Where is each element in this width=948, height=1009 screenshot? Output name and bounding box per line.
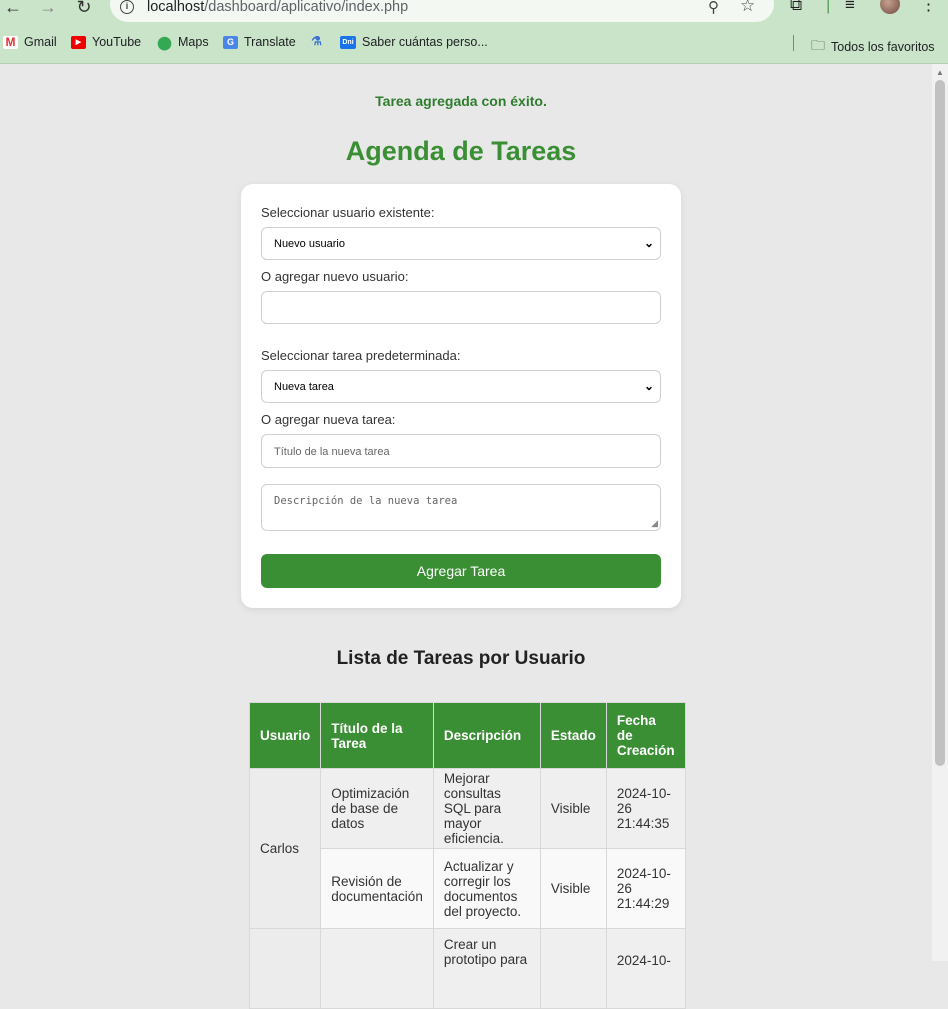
task-list-title: Lista de Tareas por Usuario bbox=[336, 648, 586, 669]
cell-description: Actualizar y corregir los documentos del… bbox=[432, 848, 541, 929]
new-user-input[interactable] bbox=[261, 291, 661, 324]
browser-chrome: ← → ↻ i localhost/dashboard/aplicativo/i… bbox=[0, 0, 948, 64]
cell-title: Optimización de base de datos bbox=[320, 768, 434, 849]
cell-user bbox=[248, 928, 322, 1009]
menu-icon[interactable]: ⋮ bbox=[920, 0, 937, 15]
add-task-button[interactable]: Agregar Tarea bbox=[261, 554, 661, 588]
toolbar-divider: | bbox=[826, 0, 831, 14]
task-table: Usuario Título de la Tarea Descripción E… bbox=[248, 702, 686, 1009]
all-bookmarks[interactable]: 🗀 Todos los favoritos bbox=[811, 35, 935, 59]
cell-user: Carlos bbox=[248, 768, 322, 929]
gmail-icon: M bbox=[3, 35, 18, 49]
select-task-label: Seleccionar tarea predeterminada: bbox=[261, 348, 461, 363]
cell-status bbox=[539, 928, 607, 1009]
select-user-label: Seleccionar usuario existente: bbox=[261, 205, 435, 220]
labs-icon: ⚗ bbox=[311, 34, 322, 48]
cell-status: Visible bbox=[539, 848, 607, 929]
select-user-dropdown[interactable]: Nuevo usuario ⌄ bbox=[261, 227, 661, 260]
bookmark-label: Translate bbox=[244, 35, 296, 49]
chevron-down-icon: ⌄ bbox=[643, 236, 654, 250]
bookmark-label: Saber cuántas perso... bbox=[362, 35, 488, 49]
zoom-icon[interactable]: ⚲ bbox=[708, 0, 719, 16]
url-text[interactable]: localhost/dashboard/aplicativo/index.php bbox=[147, 0, 408, 15]
translate-icon: G bbox=[223, 35, 238, 49]
resize-handle-icon[interactable]: ◢ bbox=[651, 518, 658, 529]
cell-status: Visible bbox=[539, 768, 607, 849]
page-scrollbar[interactable]: ▲ bbox=[932, 64, 948, 961]
bookmark-label: YouTube bbox=[92, 35, 142, 49]
cell-description: Crear un prototipo para bbox=[432, 928, 541, 1009]
bookmark-maps[interactable]: ⬤ Maps bbox=[157, 34, 209, 50]
site-info-icon[interactable]: i bbox=[120, 0, 134, 14]
forward-icon[interactable]: → bbox=[37, 0, 59, 18]
extensions-icon[interactable]: ⧉ bbox=[790, 0, 802, 15]
address-bar[interactable]: i localhost/dashboard/aplicativo/index.p… bbox=[110, 0, 774, 22]
success-message: Tarea agregada con éxito. bbox=[375, 93, 547, 109]
bookmark-youtube[interactable]: ▶ YouTube bbox=[71, 35, 141, 49]
bookmark-label: Gmail bbox=[24, 35, 57, 49]
scroll-up-icon[interactable]: ▲ bbox=[936, 68, 944, 77]
bookmarks-bar: M Gmail ▶ YouTube ⬤ Maps G Translate ⚗ D… bbox=[0, 33, 948, 54]
bookmark-gmail[interactable]: M Gmail bbox=[3, 35, 57, 49]
new-task-label: O agregar nueva tarea: bbox=[261, 412, 396, 427]
header-date: Fecha de Creación bbox=[605, 702, 686, 769]
scrollbar-thumb[interactable] bbox=[935, 80, 945, 766]
cell-title: Revisión de documentación bbox=[320, 848, 434, 929]
folder-icon: 🗀 bbox=[811, 37, 825, 53]
youtube-icon: ▶ bbox=[71, 35, 86, 49]
table-row: Carlos Optimización de base de datos Mej… bbox=[248, 768, 686, 929]
bookmark-dni[interactable]: Dni Saber cuántas perso... bbox=[340, 35, 488, 49]
bookmark-star-icon[interactable]: ☆ bbox=[740, 0, 755, 16]
cell-title bbox=[320, 928, 434, 1009]
reload-icon[interactable]: ↻ bbox=[73, 0, 95, 18]
header-description: Descripción bbox=[432, 702, 541, 769]
select-task-dropdown[interactable]: Nueva tarea ⌄ bbox=[261, 370, 661, 403]
header-title: Título de la Tarea bbox=[320, 702, 434, 769]
page-title: Agenda de Tareas bbox=[345, 136, 577, 166]
task-title-input[interactable]: Título de la nueva tarea bbox=[261, 434, 661, 468]
task-title-placeholder: Título de la nueva tarea bbox=[274, 446, 390, 458]
all-bookmarks-label: Todos los favoritos bbox=[831, 40, 935, 54]
reading-list-icon[interactable]: ≡ bbox=[845, 0, 855, 15]
cell-description: Mejorar consultas SQL para mayor eficien… bbox=[432, 768, 541, 849]
page-content: Tarea agregada con éxito. Agenda de Tare… bbox=[0, 64, 932, 1009]
profile-avatar[interactable] bbox=[880, 0, 900, 14]
task-description-placeholder: Descripción de la nueva tarea bbox=[274, 495, 458, 507]
dni-icon: Dni bbox=[340, 35, 356, 49]
bookmark-labs[interactable]: ⚗ bbox=[309, 35, 324, 48]
table-header-row: Usuario Título de la Tarea Descripción E… bbox=[248, 702, 686, 769]
maps-icon: ⬤ bbox=[157, 34, 172, 50]
bookmark-label: Maps bbox=[178, 35, 209, 49]
task-form: Seleccionar usuario existente: Nuevo usu… bbox=[241, 184, 681, 608]
cell-date: 2024-10-26 21:44:29 bbox=[605, 848, 686, 929]
cell-date: 2024-10- bbox=[605, 928, 686, 1009]
back-icon[interactable]: ← bbox=[2, 0, 24, 18]
select-task-value: Nueva tarea bbox=[274, 381, 334, 393]
table-row: Crear un prototipo para 2024-10- bbox=[248, 928, 686, 1009]
task-description-textarea[interactable]: Descripción de la nueva tarea ◢ bbox=[261, 484, 661, 531]
bookmarks-divider bbox=[793, 35, 794, 51]
header-user: Usuario bbox=[248, 702, 322, 769]
select-user-value: Nuevo usuario bbox=[274, 238, 345, 250]
cell-date: 2024-10-26 21:44:35 bbox=[605, 768, 686, 849]
chevron-down-icon: ⌄ bbox=[643, 379, 654, 393]
bookmark-translate[interactable]: G Translate bbox=[223, 35, 296, 49]
new-user-label: O agregar nuevo usuario: bbox=[261, 269, 409, 284]
header-status: Estado bbox=[539, 702, 607, 769]
